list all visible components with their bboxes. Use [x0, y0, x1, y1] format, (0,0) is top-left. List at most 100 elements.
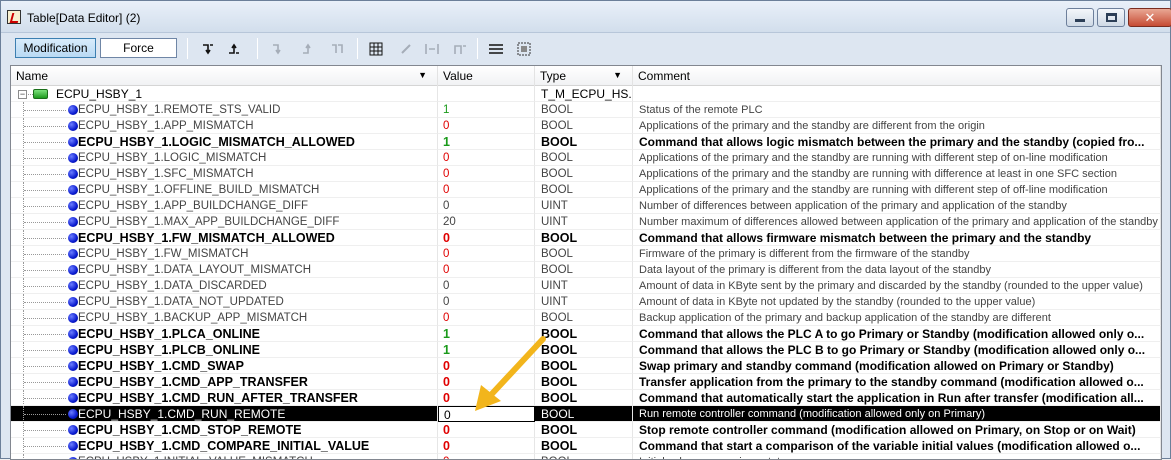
- column-header-value[interactable]: Value: [438, 66, 535, 86]
- table-row[interactable]: ECPU_HSBY_1.OFFLINE_BUILD_MISMATCH 0 BOOL A…: [11, 182, 1161, 198]
- comment-cell: Applications of the primary and the stan…: [633, 118, 1161, 134]
- value-cell[interactable]: 1: [438, 102, 535, 118]
- sort-dropdown-icon[interactable]: ▼: [418, 70, 427, 80]
- unforce-icon[interactable]: [225, 40, 243, 57]
- sort-dropdown-icon[interactable]: ▼: [613, 70, 622, 80]
- force-disabled-icon[interactable]: [269, 40, 287, 57]
- grid-icon[interactable]: [367, 40, 385, 57]
- animation-icon[interactable]: [515, 40, 533, 57]
- name-cell[interactable]: ECPU_HSBY_1.SFC_MISMATCH: [11, 166, 438, 182]
- edit-icon[interactable]: [397, 40, 415, 57]
- value-cell[interactable]: 0: [438, 310, 535, 326]
- modification-mode-button[interactable]: Modification: [15, 38, 96, 58]
- reset-icon[interactable]: [451, 40, 469, 57]
- name-cell[interactable]: ECPU_HSBY_1.LOGIC_MISMATCH_ALLOWED: [11, 134, 438, 150]
- maximize-button[interactable]: [1097, 8, 1125, 27]
- table-row[interactable]: ECPU_HSBY_1.CMD_RUN_AFTER_TRANSFER 0 BOOL C…: [11, 390, 1161, 406]
- name-cell[interactable]: ECPU_HSBY_1.MAX_APP_BUILDCHANGE_DIFF: [11, 214, 438, 230]
- force-icon[interactable]: [199, 40, 217, 57]
- table-row-root[interactable]: − ECPU_HSBY_1 T_M_ECPU_HS...: [11, 86, 1161, 102]
- title-bar[interactable]: Table[Data Editor] (2) ✕: [1, 1, 1171, 33]
- type-cell: BOOL: [535, 262, 633, 278]
- table-row[interactable]: ECPU_HSBY_1.CMD_COMPARE_INITIAL_VALUE 0 BO…: [11, 438, 1161, 454]
- name-cell[interactable]: ECPU_HSBY_1.DATA_DISCARDED: [11, 278, 438, 294]
- name-cell[interactable]: − ECPU_HSBY_1: [11, 86, 438, 102]
- table-row[interactable]: ECPU_HSBY_1.DATA_LAYOUT_MISMATCH 0 BOOL Dat…: [11, 262, 1161, 278]
- tree-connector: [24, 302, 66, 303]
- name-cell[interactable]: ECPU_HSBY_1.LOGIC_MISMATCH: [11, 150, 438, 166]
- variable-icon: [68, 121, 78, 131]
- column-header-value-label: Value: [443, 69, 473, 83]
- step-icon[interactable]: [423, 40, 441, 57]
- table-row[interactable]: ECPU_HSBY_1.INITIAL_VALUE_MISMATCH 0 BOOLI…: [11, 454, 1161, 459]
- value-cell[interactable]: [438, 86, 535, 102]
- name-cell[interactable]: ECPU_HSBY_1.CMD_RUN_REMOTE: [11, 406, 438, 422]
- table-row[interactable]: ECPU_HSBY_1.CMD_STOP_REMOTE 0 BOOL Stop rem…: [11, 422, 1161, 438]
- name-cell[interactable]: ECPU_HSBY_1.OFFLINE_BUILD_MISMATCH: [11, 182, 438, 198]
- close-button[interactable]: ✕: [1128, 8, 1171, 27]
- table-row[interactable]: ECPU_HSBY_1.REMOTE_STS_VALID 1 BOOL Status …: [11, 102, 1161, 118]
- variable-value: 0: [443, 264, 450, 276]
- name-cell[interactable]: ECPU_HSBY_1.BACKUP_APP_MISMATCH: [11, 310, 438, 326]
- collapse-icon[interactable]: −: [18, 90, 27, 99]
- value-cell[interactable]: 0: [438, 182, 535, 198]
- minimize-button[interactable]: [1066, 8, 1094, 27]
- value-cell[interactable]: 0: [438, 278, 535, 294]
- table-row[interactable]: ECPU_HSBY_1.DATA_DISCARDED 0 UINT Amount of…: [11, 278, 1161, 294]
- value-cell[interactable]: 0: [438, 246, 535, 262]
- value-cell[interactable]: 0: [438, 438, 535, 454]
- value-cell[interactable]: 0: [438, 198, 535, 214]
- table-row[interactable]: ECPU_HSBY_1.CMD_SWAP 0 BOOL Swap primary an…: [11, 358, 1161, 374]
- value-cell[interactable]: 0: [438, 454, 535, 459]
- table-row[interactable]: ECPU_HSBY_1.CMD_RUN_REMOTE 0 BOOL Run remot…: [11, 406, 1161, 422]
- name-cell[interactable]: ECPU_HSBY_1.DATA_NOT_UPDATED: [11, 294, 438, 310]
- column-header-comment[interactable]: Comment: [633, 66, 1161, 86]
- column-header-type[interactable]: Type ▼: [535, 66, 633, 86]
- table-row[interactable]: ECPU_HSBY_1.CMD_APP_TRANSFER 0 BOOL Transfe…: [11, 374, 1161, 390]
- name-cell[interactable]: ECPU_HSBY_1.PLCB_ONLINE: [11, 342, 438, 358]
- table-row[interactable]: ECPU_HSBY_1.PLCA_ONLINE 1 BOOL Command that…: [11, 326, 1161, 342]
- name-cell[interactable]: ECPU_HSBY_1.APP_MISMATCH: [11, 118, 438, 134]
- table-row[interactable]: ECPU_HSBY_1.SFC_MISMATCH 0 BOOL Application…: [11, 166, 1161, 182]
- value-cell[interactable]: 0: [438, 262, 535, 278]
- value-cell[interactable]: 0: [438, 422, 535, 438]
- table-row[interactable]: ECPU_HSBY_1.BACKUP_APP_MISMATCH 0 BOOL Back…: [11, 310, 1161, 326]
- name-cell[interactable]: ECPU_HSBY_1.INITIAL_VALUE_MISMATCH: [11, 454, 438, 459]
- name-cell[interactable]: ECPU_HSBY_1.CMD_APP_TRANSFER: [11, 374, 438, 390]
- value-cell[interactable]: 0: [438, 294, 535, 310]
- name-cell[interactable]: ECPU_HSBY_1.APP_BUILDCHANGE_DIFF: [11, 198, 438, 214]
- table-row[interactable]: ECPU_HSBY_1.APP_BUILDCHANGE_DIFF 0 UINT Num…: [11, 198, 1161, 214]
- multi-force-icon[interactable]: [329, 40, 347, 57]
- value-cell[interactable]: 0: [438, 118, 535, 134]
- name-cell[interactable]: ECPU_HSBY_1.CMD_RUN_AFTER_TRANSFER: [11, 390, 438, 406]
- columns-icon[interactable]: [487, 40, 505, 57]
- type-cell: BOOL: [535, 246, 633, 262]
- table-row[interactable]: ECPU_HSBY_1.LOGIC_MISMATCH_ALLOWED 1 BOOL C…: [11, 134, 1161, 150]
- table-row[interactable]: ECPU_HSBY_1.FW_MISMATCH_ALLOWED 0 BOOL Comm…: [11, 230, 1161, 246]
- table-row[interactable]: ECPU_HSBY_1.LOGIC_MISMATCH 0 BOOL Applicati…: [11, 150, 1161, 166]
- column-header-name[interactable]: Name ▼: [11, 66, 438, 86]
- table-row[interactable]: ECPU_HSBY_1.FW_MISMATCH 0 BOOL Firmware of …: [11, 246, 1161, 262]
- table-row[interactable]: ECPU_HSBY_1.MAX_APP_BUILDCHANGE_DIFF 20 UI…: [11, 214, 1161, 230]
- unforce-disabled-icon[interactable]: [299, 40, 317, 57]
- name-cell[interactable]: ECPU_HSBY_1.CMD_STOP_REMOTE: [11, 422, 438, 438]
- name-cell[interactable]: ECPU_HSBY_1.PLCA_ONLINE: [11, 326, 438, 342]
- table-row[interactable]: ECPU_HSBY_1.APP_MISMATCH 0 BOOL Application…: [11, 118, 1161, 134]
- name-cell[interactable]: ECPU_HSBY_1.FW_MISMATCH_ALLOWED: [11, 230, 438, 246]
- name-cell[interactable]: ECPU_HSBY_1.CMD_SWAP: [11, 358, 438, 374]
- name-cell[interactable]: ECPU_HSBY_1.DATA_LAYOUT_MISMATCH: [11, 262, 438, 278]
- value-cell[interactable]: 1: [438, 134, 535, 150]
- value-cell[interactable]: 20: [438, 214, 535, 230]
- name-cell[interactable]: ECPU_HSBY_1.FW_MISMATCH: [11, 246, 438, 262]
- variable-value: 0: [443, 280, 450, 292]
- name-cell[interactable]: ECPU_HSBY_1.REMOTE_STS_VALID: [11, 102, 438, 118]
- force-mode-button[interactable]: Force: [100, 38, 177, 58]
- value-cell[interactable]: 0: [438, 166, 535, 182]
- table-row[interactable]: ECPU_HSBY_1.DATA_NOT_UPDATED 0 UINT Amount …: [11, 294, 1161, 310]
- comment-cell: Number maximum of differences allowed be…: [633, 214, 1161, 230]
- table-row[interactable]: ECPU_HSBY_1.PLCB_ONLINE 1 BOOL Command that…: [11, 342, 1161, 358]
- value-cell[interactable]: 0: [438, 230, 535, 246]
- name-cell[interactable]: ECPU_HSBY_1.CMD_COMPARE_INITIAL_VALUE: [11, 438, 438, 454]
- value-cell[interactable]: 0: [438, 150, 535, 166]
- data-editor-table[interactable]: Name ▼ Value Type ▼ Comment − ECPU_HSBY_…: [10, 65, 1162, 460]
